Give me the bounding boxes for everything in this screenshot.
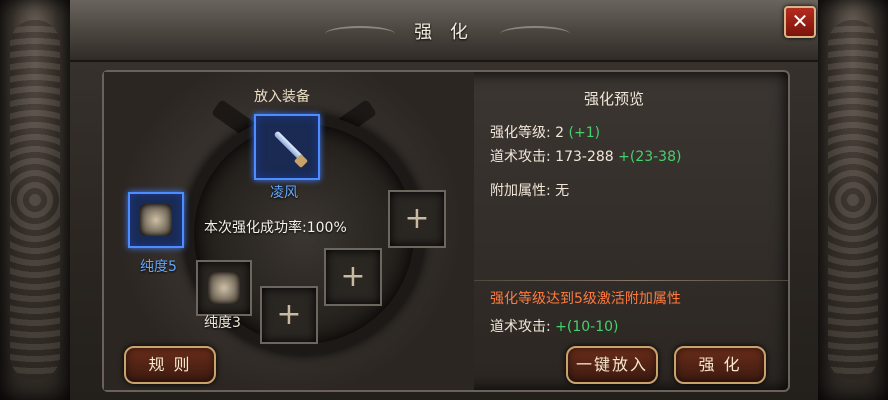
rules-button[interactable]: 规 则 xyxy=(124,346,216,384)
plus-icon: + xyxy=(404,201,430,236)
unlock-stat-value: +(10-10) xyxy=(555,319,619,335)
equipment-area: 放入装备 凌风 本次强化成功率:100% 纯度5 纯度3 + + + 规 则 xyxy=(104,72,474,390)
material-slot-2[interactable] xyxy=(196,260,252,316)
enhance-button[interactable]: 强 化 xyxy=(674,346,766,384)
stat-extra: 附加属性: 无 xyxy=(490,180,569,200)
stat-attack-value: 173-288 xyxy=(555,149,614,165)
stat-extra-label: 附加属性: xyxy=(490,183,551,199)
empty-slot-2[interactable]: + xyxy=(324,248,382,306)
preview-title: 强化预览 xyxy=(584,90,645,108)
stat-extra-value: 无 xyxy=(555,183,570,199)
ore-icon xyxy=(208,272,240,304)
enhance-window: 强 化 ✕ 放入装备 凌风 本次强化成功率:100% 纯度5 纯度3 + + +… xyxy=(70,0,818,400)
put-in-label: 放入装备 xyxy=(254,89,310,105)
empty-slot-3[interactable]: + xyxy=(260,286,318,344)
one-click-put-in-button[interactable]: 一键放入 xyxy=(566,346,658,384)
stat-attack-bonus: +(23-38) xyxy=(618,149,682,165)
close-button[interactable]: ✕ xyxy=(784,6,816,38)
empty-slot-1[interactable]: + xyxy=(388,190,446,248)
stat-level-bonus: (+1) xyxy=(568,125,601,141)
plus-icon: + xyxy=(340,259,366,294)
left-pillar-decoration xyxy=(0,0,70,400)
stat-attack: 道术攻击: 173-288 +(23-38) xyxy=(490,146,681,166)
ore-icon xyxy=(140,204,172,236)
preview-area: 强化预览 强化等级: 2 (+1) 道术攻击: 173-288 +(23-38)… xyxy=(474,72,788,390)
title-bar: 强 化 ✕ xyxy=(70,0,818,62)
stat-attack-label: 道术攻击: xyxy=(490,149,551,165)
divider xyxy=(474,280,788,281)
equipment-slot[interactable] xyxy=(254,114,320,180)
enhance-panel: 放入装备 凌风 本次强化成功率:100% 纯度5 纯度3 + + + 规 则 强… xyxy=(102,70,790,392)
stat-level-value: 2 xyxy=(555,125,565,141)
stat-level-label: 强化等级: xyxy=(490,125,551,141)
material-1-label: 纯度5 xyxy=(140,259,177,275)
right-pillar-decoration xyxy=(818,0,888,400)
unlock-stat: 道术攻击: +(10-10) xyxy=(490,316,619,336)
equipment-name: 凌风 xyxy=(270,185,298,201)
stat-level: 强化等级: 2 (+1) xyxy=(490,122,600,142)
window-title: 强 化 xyxy=(414,22,474,43)
material-slot-1[interactable] xyxy=(128,192,184,248)
close-icon: ✕ xyxy=(791,9,809,33)
unlock-hint: 强化等级达到5级激活附加属性 xyxy=(490,291,681,307)
unlock-stat-label: 道术攻击: xyxy=(490,319,551,335)
plus-icon: + xyxy=(276,297,302,332)
success-rate: 本次强化成功率:100% xyxy=(204,220,347,236)
material-2-label: 纯度3 xyxy=(204,315,241,331)
